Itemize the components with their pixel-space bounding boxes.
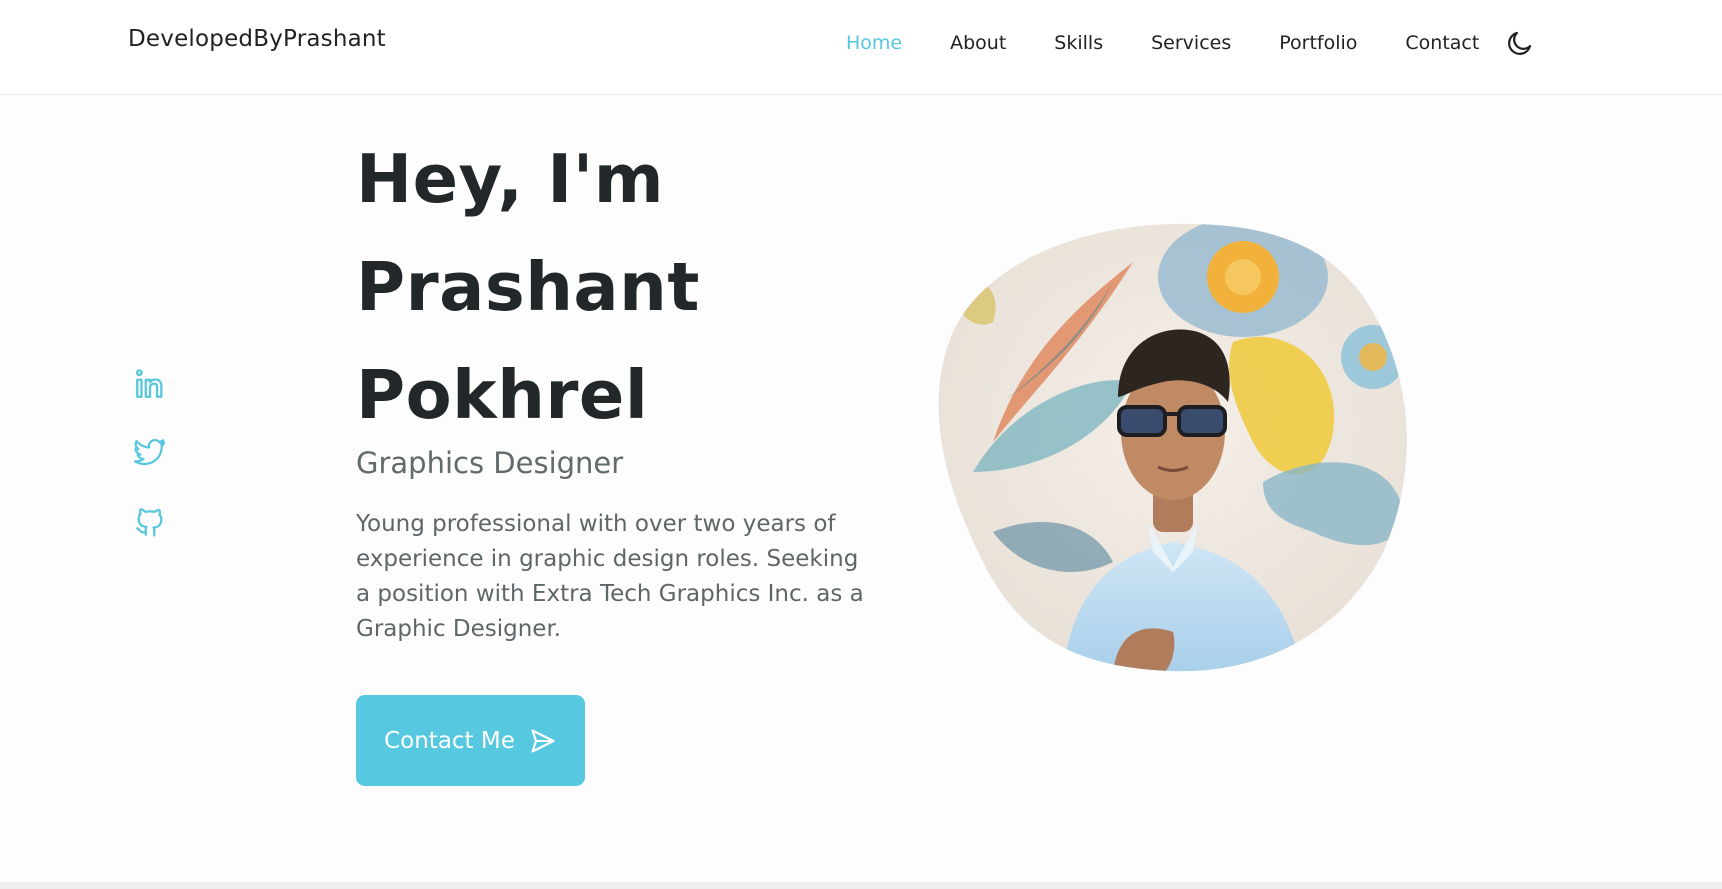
nav-home[interactable]: Home [846, 32, 902, 54]
contact-me-label: Contact Me [384, 727, 515, 754]
nav-about[interactable]: About [950, 32, 1006, 54]
header: DevelopedByPrashant Home About Skills Se… [0, 0, 1722, 95]
brand-logo[interactable]: DevelopedByPrashant [128, 26, 386, 52]
moon-icon[interactable] [1505, 28, 1535, 58]
twitter-icon[interactable] [133, 435, 167, 469]
nav-contact[interactable]: Contact [1405, 32, 1479, 54]
hero-subtitle: Graphics Designer [356, 446, 624, 480]
hero-title-line: Pokhrel [356, 356, 649, 434]
page-divider [0, 882, 1722, 889]
hero-title-line: Hey, I'm [356, 140, 665, 218]
main-nav: Home About Skills Services Portfolio Con… [846, 28, 1535, 58]
github-icon[interactable] [133, 505, 167, 539]
hero-title-line: Prashant [356, 248, 700, 326]
send-icon [531, 728, 555, 753]
hero-title: Hey, I'm Prashant Pokhrel [356, 125, 700, 449]
nav-portfolio[interactable]: Portfolio [1279, 32, 1357, 54]
hero-description: Young professional with over two years o… [356, 511, 864, 642]
linkedin-icon[interactable] [133, 367, 167, 401]
nav-services[interactable]: Services [1151, 32, 1231, 54]
nav-skills[interactable]: Skills [1054, 32, 1103, 54]
profile-photo [938, 223, 1407, 672]
contact-me-button[interactable]: Contact Me [356, 695, 585, 786]
